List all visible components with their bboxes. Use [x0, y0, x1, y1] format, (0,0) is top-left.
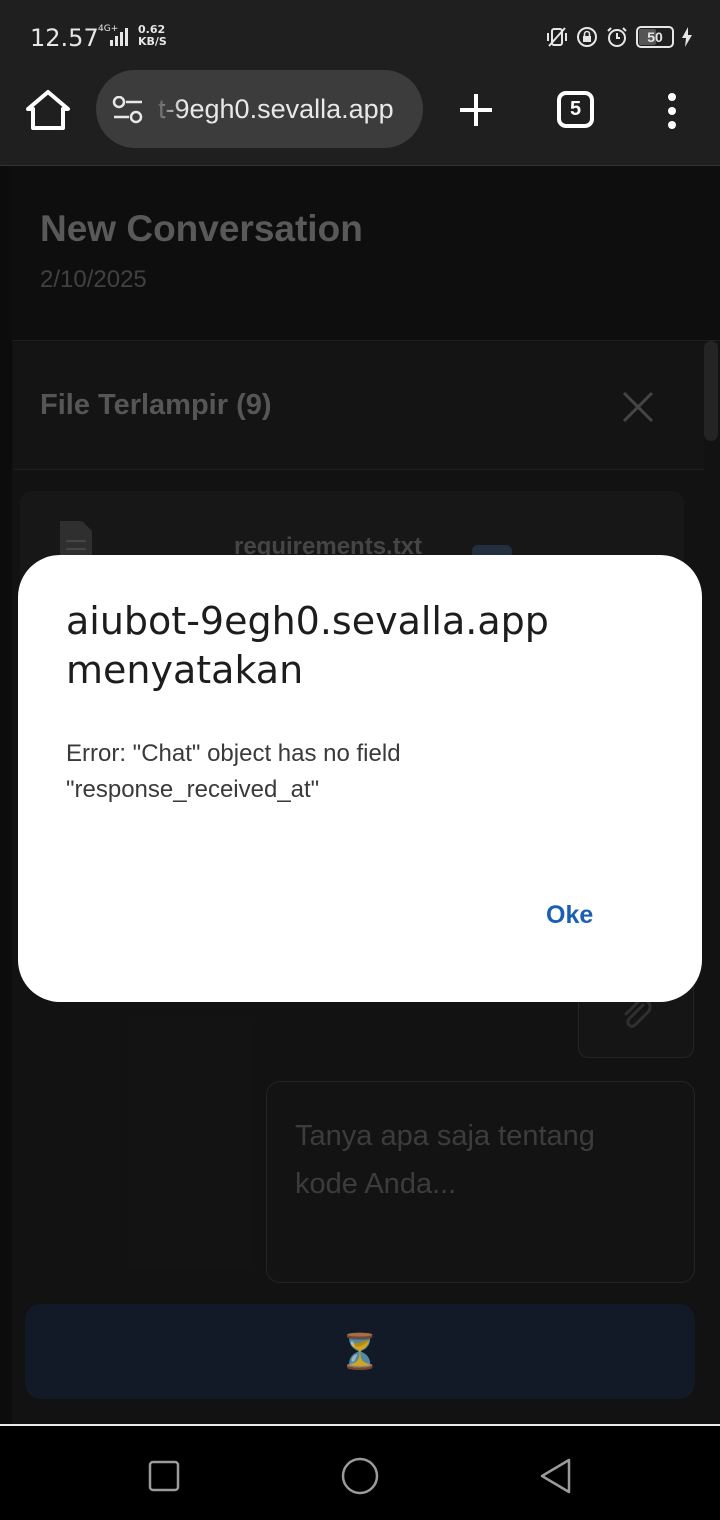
home-nav-icon[interactable]	[340, 1456, 380, 1496]
ok-button[interactable]: Oke	[546, 901, 593, 930]
battery-level: 50	[647, 29, 663, 45]
status-bar: 12.57 4G+ 0.62 KB/S 50	[0, 0, 720, 70]
recents-icon[interactable]	[144, 1456, 184, 1496]
speed-unit: KB/S	[138, 35, 167, 48]
alarm-icon	[607, 27, 627, 47]
browser-toolbar: t-9egh0.sevalla.app 5	[0, 70, 720, 166]
menu-icon[interactable]	[664, 92, 680, 130]
home-icon[interactable]	[22, 88, 74, 132]
signal-icon: 4G+	[98, 24, 132, 48]
rotation-lock-icon	[577, 27, 597, 47]
network-speed: 0.62 KB/S	[138, 24, 167, 48]
back-icon[interactable]	[536, 1456, 576, 1496]
status-icons: 50	[546, 24, 692, 50]
network-type: 4G+	[98, 24, 119, 34]
tab-switcher[interactable]: 5	[557, 91, 594, 128]
charging-icon	[682, 27, 692, 47]
site-settings-icon[interactable]	[112, 96, 144, 124]
alert-dialog: aiubot-9egh0.sevalla.app menyatakan Erro…	[18, 555, 702, 1002]
url-text[interactable]: t-9egh0.sevalla.app	[158, 94, 394, 125]
dialog-title: aiubot-9egh0.sevalla.app menyatakan	[66, 599, 549, 692]
address-bar[interactable]: t-9egh0.sevalla.app	[96, 70, 423, 148]
vibrate-icon	[547, 27, 567, 47]
system-nav-bar	[0, 1424, 720, 1520]
clock: 12.57	[30, 24, 99, 52]
new-tab-icon[interactable]	[458, 92, 494, 128]
url-fade	[152, 70, 182, 148]
battery-icon: 50	[636, 26, 674, 48]
dialog-message: Error: "Chat" object has no field "respo…	[66, 740, 401, 803]
